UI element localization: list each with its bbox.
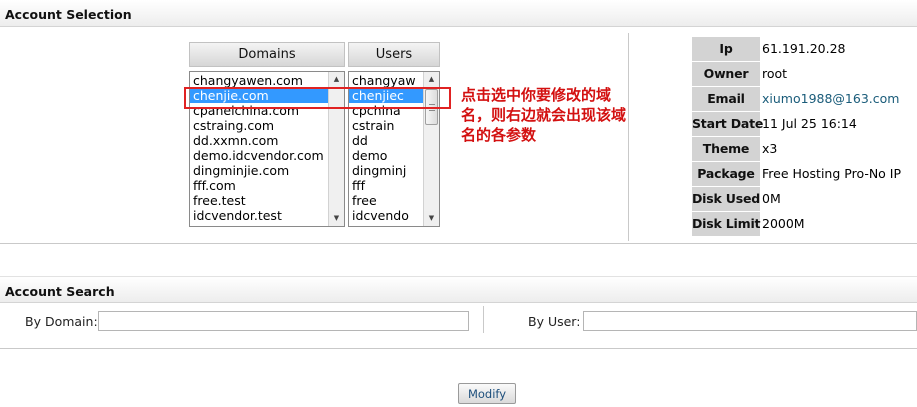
scroll-up-arrow-icon[interactable]: ▲ bbox=[329, 72, 344, 87]
domain-option[interactable]: idcvendor.test bbox=[190, 208, 329, 223]
email-link[interactable]: xiumo1988@163.com bbox=[762, 87, 899, 111]
info-value: Free Hosting Pro-No IP bbox=[762, 166, 902, 181]
info-row: Disk Limit 2000M bbox=[692, 212, 917, 236]
info-value: x3 bbox=[762, 141, 778, 156]
users-column-header: Users bbox=[348, 42, 440, 67]
domains-column-header: Domains bbox=[189, 42, 345, 67]
info-label: Ip bbox=[692, 37, 760, 61]
user-option[interactable]: fff bbox=[349, 178, 424, 193]
info-row: Disk Used 0M bbox=[692, 187, 917, 211]
info-value: root bbox=[762, 66, 788, 81]
domain-option[interactable]: demo.idcvendor.com bbox=[190, 148, 329, 163]
account-selection-header: Account Selection bbox=[0, 0, 917, 27]
scroll-down-arrow-icon[interactable]: ▼ bbox=[329, 211, 344, 226]
info-value: 61.191.20.28 bbox=[762, 41, 846, 56]
user-option[interactable]: demo bbox=[349, 148, 424, 163]
info-label: Owner bbox=[692, 62, 760, 86]
user-option[interactable]: changyaw bbox=[349, 73, 424, 88]
search-bottom-divider bbox=[0, 348, 917, 349]
user-option[interactable]: idcvendo bbox=[349, 208, 424, 223]
domain-option[interactable]: fff.com bbox=[190, 178, 329, 193]
user-option[interactable]: dingminj bbox=[349, 163, 424, 178]
domain-option[interactable]: dingminjie.com bbox=[190, 163, 329, 178]
account-search-title: Account Search bbox=[5, 284, 115, 299]
info-row: Owner root bbox=[692, 62, 917, 86]
by-user-input[interactable] bbox=[583, 311, 917, 331]
info-value: 2000M bbox=[762, 216, 805, 231]
domain-option[interactable]: dd.xxmn.com bbox=[190, 133, 329, 148]
modify-button[interactable]: Modify bbox=[458, 383, 516, 404]
account-selection-title: Account Selection bbox=[5, 7, 132, 22]
scroll-up-arrow-icon[interactable]: ▲ bbox=[424, 72, 439, 87]
selection-highlight-box bbox=[184, 87, 451, 109]
info-row: Start Date 11 Jul 25 16:14 bbox=[692, 112, 917, 136]
user-option[interactable]: cstrain bbox=[349, 118, 424, 133]
info-label: Start Date bbox=[692, 112, 763, 136]
section-divider bbox=[0, 243, 917, 244]
info-row: Theme x3 bbox=[692, 137, 917, 161]
info-label: Disk Used bbox=[692, 187, 760, 211]
search-divider bbox=[483, 306, 484, 333]
domain-option[interactable]: cstraing.com bbox=[190, 118, 329, 133]
by-user-label: By User: bbox=[528, 314, 581, 329]
annotation-text: 点击选中你要修改的域名，则右边就会出现该域名的各参数 bbox=[461, 86, 627, 144]
info-row: Package Free Hosting Pro-No IP bbox=[692, 162, 917, 186]
domain-option[interactable]: free.test bbox=[190, 193, 329, 208]
account-search-header: Account Search bbox=[0, 276, 917, 303]
info-label: Package bbox=[692, 162, 760, 186]
info-divider bbox=[628, 33, 629, 241]
user-option[interactable]: dd bbox=[349, 133, 424, 148]
info-row: Email xiumo1988@163.com bbox=[692, 87, 917, 111]
info-value: 0M bbox=[762, 191, 781, 206]
info-label: Email bbox=[692, 87, 760, 111]
by-domain-label: By Domain: bbox=[25, 314, 98, 329]
user-option[interactable]: free bbox=[349, 193, 424, 208]
by-domain-input[interactable] bbox=[98, 311, 469, 331]
info-value: 11 Jul 25 16:14 bbox=[762, 116, 857, 131]
info-label: Theme bbox=[692, 137, 760, 161]
info-label: Disk Limit bbox=[692, 212, 761, 236]
domain-option[interactable]: changyawen.com bbox=[190, 73, 329, 88]
scroll-down-arrow-icon[interactable]: ▼ bbox=[424, 211, 439, 226]
info-row: Ip 61.191.20.28 bbox=[692, 37, 917, 61]
